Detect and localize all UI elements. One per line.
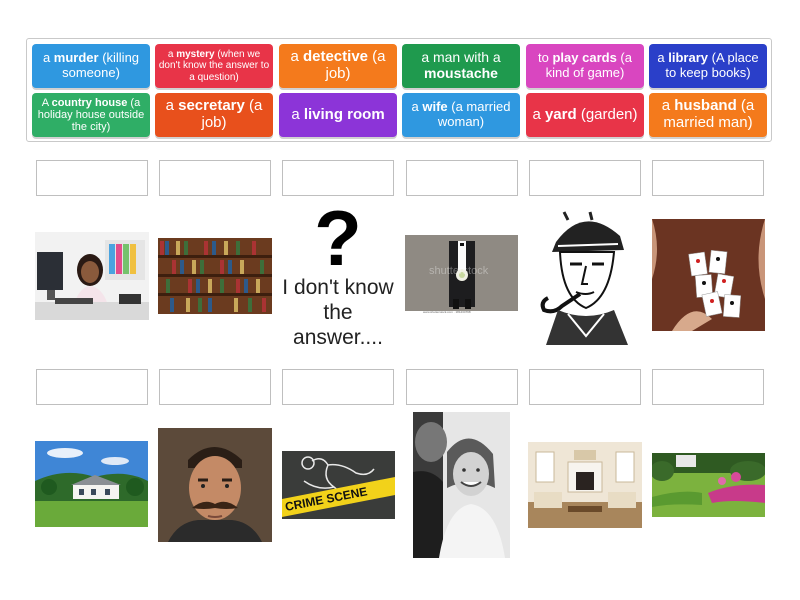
tile-wife[interactable]: a wife (a married woman) (402, 93, 520, 137)
answer-slot-2[interactable] (159, 160, 271, 196)
country-house-photo (35, 441, 148, 527)
tile-label: a murder (killing someone) (35, 51, 147, 80)
question-mark: ? (314, 194, 362, 282)
tile-prefix: A (41, 96, 52, 109)
tile-secretary[interactable]: a secretary (a job) (155, 93, 273, 137)
tile-keyword: moustache (424, 65, 498, 81)
tile-suffix: (a married woman) (437, 99, 511, 129)
tile-label: a living room (291, 105, 385, 124)
tile-keyword: mystery (176, 49, 215, 61)
crime-scene-photo: CRIME SCENE (282, 451, 395, 519)
tile-library[interactable]: a library (A place to keep books) (649, 44, 767, 88)
answer-slot-10[interactable] (406, 369, 518, 405)
tile-yard[interactable]: a yard (garden) (526, 93, 644, 137)
tile-murder[interactable]: a murder (killing someone) (32, 44, 150, 88)
answer-slot-6[interactable] (652, 160, 764, 196)
tile-label: A country house (a holiday house outside… (35, 97, 147, 134)
answer-slot-11[interactable] (529, 369, 641, 405)
groom-photo: shutterstock www.shutterstock.com · 1812… (405, 235, 518, 315)
tile-prefix: a (167, 49, 177, 61)
tile-keyword: country house (51, 96, 128, 109)
tile-keyword: detective (302, 48, 369, 66)
groom-caption: www.shutterstock.com · 181234798 (423, 310, 471, 314)
answer-slot-5[interactable] (529, 160, 641, 196)
answer-slot-12[interactable] (652, 369, 764, 405)
answer-slot-9[interactable] (282, 369, 394, 405)
answer-slot-1[interactable] (36, 160, 148, 196)
tile-label: a secretary (a job) (158, 97, 270, 132)
library-photo (158, 238, 272, 314)
living-room-photo (528, 442, 642, 528)
tile-prefix: a man with a (421, 49, 501, 66)
tile-prefix: a (290, 48, 303, 66)
answer-slot-4[interactable] (406, 160, 518, 196)
tile-keyword: wife (422, 99, 448, 115)
tile-detective[interactable]: a detective (a job) (279, 44, 397, 88)
tile-mystery[interactable]: a mystery (when we don't know the answer… (155, 44, 273, 88)
question-card-text: I don't know the answer.... (282, 276, 394, 349)
tile-prefix: a (165, 97, 179, 115)
tile-prefix: a (291, 105, 304, 123)
groom-watermark: shutterstock (429, 265, 489, 277)
moustache-man-photo (158, 428, 272, 542)
tile-keyword: husband (674, 97, 737, 115)
tile-label: a library (A place to keep books) (652, 51, 764, 80)
tile-keyword: secretary (178, 97, 245, 115)
tile-label: a man with a moustache (405, 49, 517, 81)
tile-country-house[interactable]: A country house (a holiday house outside… (32, 93, 150, 137)
tile-keyword: yard (544, 105, 577, 123)
tile-label: a yard (garden) (532, 105, 638, 124)
tile-label: to play cards (a kind of game) (529, 51, 641, 80)
wedding-couple-photo (413, 412, 510, 558)
answer-slot-7[interactable] (36, 369, 148, 405)
tile-suffix: (garden) (576, 105, 638, 123)
tile-prefix: to (538, 50, 553, 66)
detective-drawing (528, 206, 642, 345)
tile-keyword: murder (53, 50, 99, 66)
tile-prefix: a (411, 99, 423, 115)
tile-play-cards[interactable]: to play cards (a kind of game) (526, 44, 644, 88)
tile-prefix: a (661, 97, 675, 115)
cards-photo (652, 219, 765, 331)
tile-prefix: a (42, 50, 54, 66)
tile-keyword: play cards (552, 50, 617, 66)
answer-slot-8[interactable] (159, 369, 271, 405)
tile-keyword: living room (303, 105, 385, 123)
tile-husband[interactable]: a husband (a married man) (649, 93, 767, 137)
tile-keyword: library (668, 50, 708, 66)
tile-living-room[interactable]: a living room (279, 93, 397, 137)
tile-prefix: a (532, 105, 545, 123)
yard-photo (652, 453, 765, 517)
tile-label: a wife (a married woman) (405, 100, 517, 129)
question-card: ? I don't know the answer.... (282, 194, 394, 349)
tile-label: a mystery (when we don't know the answer… (158, 49, 270, 83)
answer-slot-3[interactable] (282, 160, 394, 196)
tile-prefix: a (657, 50, 669, 66)
tile-label: a detective (a job) (282, 48, 394, 83)
tile-moustache[interactable]: a man with a moustache (402, 44, 520, 88)
secretary-photo (35, 232, 149, 320)
tile-label: a husband (a married man) (652, 97, 764, 132)
